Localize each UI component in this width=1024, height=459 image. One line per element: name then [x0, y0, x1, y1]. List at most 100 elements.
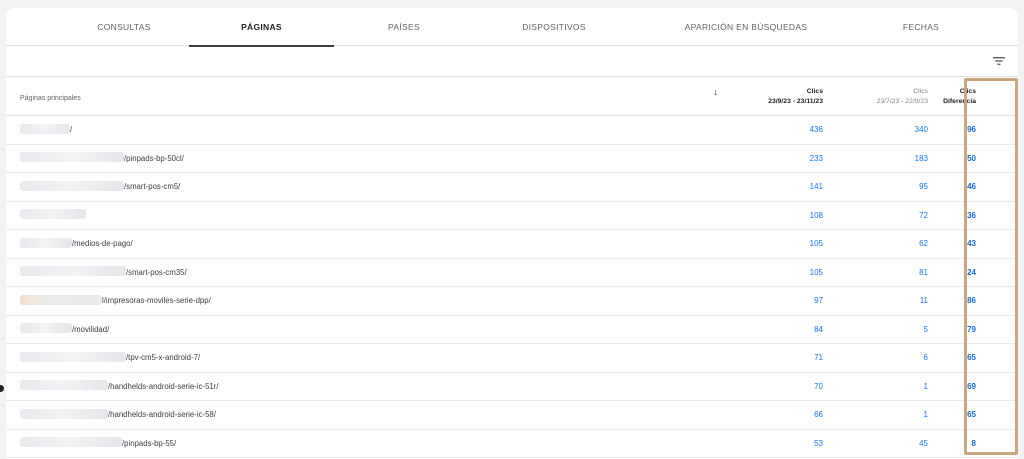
- performance-card: CONSULTAS PÁGINAS PAÍSES DISPOSITIVOS AP…: [6, 8, 1018, 459]
- redacted-domain: [20, 123, 70, 134]
- clicks-current[interactable]: 141: [810, 173, 823, 202]
- redacted-domain: [20, 152, 124, 163]
- page-url-cell[interactable]: /: [20, 116, 72, 145]
- clicks-current[interactable]: 108: [810, 202, 823, 231]
- clicks-difference[interactable]: 50: [967, 145, 976, 174]
- page-path: /pinpads-bp-50cl/: [124, 153, 184, 163]
- page-url-cell[interactable]: /handhelds-android-serie-ic-58/: [20, 401, 216, 430]
- clicks-current[interactable]: 71: [814, 344, 823, 373]
- tab-paginas[interactable]: PÁGINAS: [189, 8, 334, 47]
- clicks-previous[interactable]: 340: [915, 116, 928, 145]
- redacted-domain: [20, 209, 86, 220]
- table-row[interactable]: /smart-pos-cm35/ 105 81 24: [6, 259, 1018, 288]
- table-row[interactable]: /pinpads-bp-50cl/ 233 183 50: [6, 145, 1018, 174]
- page-url-cell[interactable]: /handhelds-android-serie-ic-51r/: [20, 373, 219, 402]
- clicks-previous[interactable]: 5: [924, 316, 928, 345]
- redacted-domain: [20, 294, 102, 305]
- tab-dispositivos[interactable]: DISPOSITIVOS: [486, 8, 622, 46]
- clicks-current[interactable]: 436: [810, 116, 823, 145]
- clicks-previous[interactable]: 81: [919, 259, 928, 288]
- redacted-domain: [20, 380, 108, 391]
- table-row[interactable]: /pinpads-bp-55/ 53 45 8: [6, 430, 1018, 459]
- table-row[interactable]: /tpv-cm5-x-android-7/ 71 6 65: [6, 344, 1018, 373]
- clicks-difference[interactable]: 36: [967, 202, 976, 231]
- clicks-difference[interactable]: 65: [967, 401, 976, 430]
- redacted-domain: [20, 408, 108, 419]
- tab-aparicion-en-busquedas[interactable]: APARICIÓN EN BÚSQUEDAS: [656, 8, 836, 46]
- page-path: /handhelds-android-serie-ic-58/: [108, 410, 216, 419]
- table-row[interactable]: l/impresoras-moviles-serie-dpp/ 97 11 86: [6, 287, 1018, 316]
- clicks-current[interactable]: 70: [814, 373, 823, 402]
- page-url-cell[interactable]: /medios-de-pago/: [20, 230, 133, 259]
- clicks-current[interactable]: 84: [814, 316, 823, 345]
- page-url-cell[interactable]: /tpv-cm5-x-android-7/: [20, 344, 200, 373]
- column-header-clicks-current[interactable]: ↓ Clics 23/9/23 - 23/11/23: [713, 87, 823, 107]
- clicks-difference[interactable]: 65: [967, 344, 976, 373]
- arrow-down-icon: ↓: [713, 87, 718, 97]
- clicks-difference[interactable]: 43: [967, 230, 976, 259]
- clicks-current[interactable]: 53: [814, 430, 823, 459]
- page-path: /smart-pos-cm5/: [124, 182, 181, 191]
- redacted-domain: [20, 266, 126, 277]
- column-header-clicks-previous[interactable]: Clics 23/7/23 - 22/9/23: [877, 87, 928, 107]
- page-url-cell[interactable]: [20, 202, 86, 231]
- clicks-previous[interactable]: 6: [924, 344, 928, 373]
- clicks-difference[interactable]: 96: [967, 116, 976, 145]
- clicks-previous[interactable]: 11: [920, 287, 928, 316]
- clicks-current[interactable]: 66: [814, 401, 823, 430]
- clicks-previous[interactable]: 183: [915, 145, 928, 174]
- page-url-cell[interactable]: /smart-pos-cm35/: [20, 259, 187, 288]
- page-url-cell[interactable]: /pinpads-bp-50cl/: [20, 145, 184, 174]
- column-header-clicks-difference[interactable]: Clics Diferencia: [943, 87, 976, 107]
- redacted-domain: [20, 237, 72, 248]
- table-row[interactable]: 108 72 36: [6, 202, 1018, 231]
- page-path: /pinpads-bp-55/: [122, 438, 177, 448]
- edge-marker: [0, 385, 4, 392]
- table-row[interactable]: /medios-de-pago/ 105 62 43: [6, 230, 1018, 259]
- filter-list-icon[interactable]: [992, 54, 1006, 68]
- column-header-label: Clics: [806, 88, 823, 95]
- table-row[interactable]: /movilidad/ 84 5 79: [6, 316, 1018, 345]
- column-header-difference: Diferencia: [943, 98, 976, 105]
- page-path: l/impresoras-moviles-serie-dpp/: [102, 296, 211, 305]
- clicks-previous[interactable]: 1: [924, 373, 928, 402]
- clicks-difference[interactable]: 79: [967, 316, 976, 345]
- table-row[interactable]: /handhelds-android-serie-ic-51r/ 70 1 69: [6, 373, 1018, 402]
- clicks-current[interactable]: 233: [810, 145, 823, 174]
- column-header-date-range: 23/9/23 - 23/11/23: [768, 98, 823, 105]
- column-header-label: Clics: [959, 88, 976, 95]
- column-header-pages[interactable]: Páginas principales: [20, 95, 81, 102]
- clicks-difference[interactable]: 86: [967, 287, 976, 316]
- page-url-cell[interactable]: /movilidad/: [20, 316, 109, 345]
- clicks-difference[interactable]: 24: [967, 259, 976, 288]
- dimension-tabs: CONSULTAS PÁGINAS PAÍSES DISPOSITIVOS AP…: [6, 8, 1018, 47]
- table-header: Páginas principales ↓ Clics 23/9/23 - 23…: [6, 78, 1018, 116]
- page-path: /handhelds-android-serie-ic-51r/: [108, 381, 219, 391]
- clicks-previous[interactable]: 72: [919, 202, 928, 231]
- tab-paises[interactable]: PAÍSES: [336, 8, 472, 46]
- page-url-cell[interactable]: l/impresoras-moviles-serie-dpp/: [20, 287, 211, 316]
- page-url-cell[interactable]: /pinpads-bp-55/: [20, 430, 176, 459]
- redacted-domain: [20, 437, 122, 448]
- clicks-current[interactable]: 97: [814, 287, 823, 316]
- clicks-difference[interactable]: 8: [972, 430, 976, 459]
- table-row[interactable]: /smart-pos-cm5/ 141 95 46: [6, 173, 1018, 202]
- column-header-date-range: 23/7/23 - 22/9/23: [876, 98, 928, 105]
- table-row[interactable]: / 436 340 96: [6, 116, 1018, 145]
- page-path: /medios-de-pago/: [72, 239, 133, 248]
- redacted-domain: [20, 323, 72, 334]
- clicks-previous[interactable]: 95: [919, 173, 928, 202]
- page-url-cell[interactable]: /smart-pos-cm5/: [20, 173, 180, 202]
- clicks-previous[interactable]: 1: [924, 401, 928, 430]
- clicks-previous[interactable]: 45: [919, 430, 928, 459]
- table-row[interactable]: /handhelds-android-serie-ic-58/ 66 1 65: [6, 401, 1018, 430]
- clicks-difference[interactable]: 69: [967, 373, 976, 402]
- tab-consultas[interactable]: CONSULTAS: [56, 8, 192, 46]
- clicks-current[interactable]: 105: [810, 230, 823, 259]
- clicks-current[interactable]: 105: [810, 259, 823, 288]
- page-path: /smart-pos-cm35/: [126, 267, 187, 277]
- tab-fechas[interactable]: FECHAS: [856, 8, 986, 46]
- clicks-previous[interactable]: 62: [919, 230, 928, 259]
- clicks-difference[interactable]: 46: [967, 173, 976, 202]
- redacted-domain: [20, 351, 126, 362]
